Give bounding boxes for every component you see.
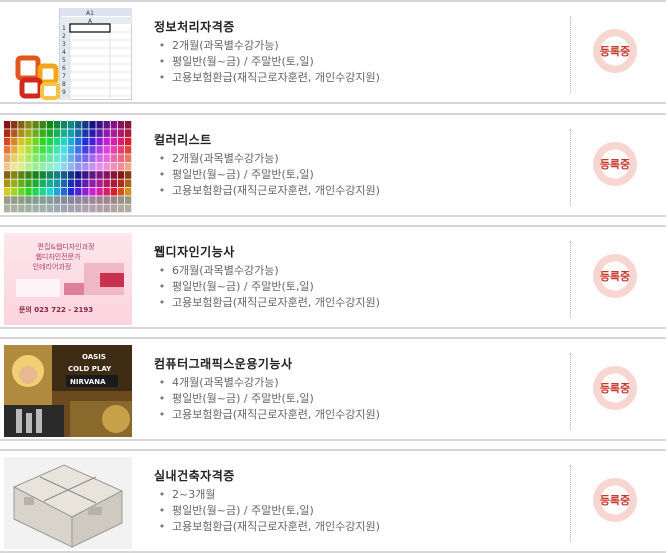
- course-card-computer-graphics[interactable]: OASIS COLD PLAY NIRVANA 컴퓨터그래픽스운용기능사 4개월…: [0, 337, 666, 441]
- registration-status-button[interactable]: 등록중: [593, 29, 637, 73]
- divider: [570, 241, 571, 317]
- row-number: 1: [62, 25, 66, 32]
- registration-status-button[interactable]: 등록중: [593, 478, 637, 522]
- banner-line-3: 인테리어과정: [33, 262, 72, 271]
- spreadsheet-thumbnail[interactable]: A1 A 1 2 3 4 5 6 7 8 9: [4, 8, 132, 100]
- course-card-colorist[interactable]: 컬러리스트 2개월(과목별수강가능) 평일반(월~금) / 주말반(토,일) 고…: [0, 113, 666, 217]
- course-duration: 2개월(과목별수강가능): [154, 38, 380, 54]
- floorplan-thumbnail[interactable]: [4, 457, 132, 549]
- row-number: 9: [62, 89, 66, 96]
- row-number: 4: [62, 49, 66, 56]
- course-duration: 6개월(과목별수강가능): [154, 263, 380, 279]
- course-card-info-processing[interactable]: A1 A 1 2 3 4 5 6 7 8 9 정보처리자격증 • 2개월(과목별…: [0, 0, 666, 104]
- course-schedule: 평일반(월~금) / 주말반(토,일): [154, 503, 380, 519]
- poster-collage-thumbnail[interactable]: OASIS COLD PLAY NIRVANA: [4, 345, 132, 437]
- course-refund: 고용보험환급(재직근로자훈련, 개인수강지원): [154, 183, 380, 199]
- banner-line-1: 편집&웹디자인과정: [38, 242, 95, 251]
- row-number: 2: [62, 33, 66, 40]
- course-schedule: 평일반(월~금) / 주말반(토,일): [154, 279, 380, 295]
- course-schedule: 평일반(월~금) / 주말반(토,일): [154, 391, 380, 407]
- course-title[interactable]: 웹디자인기능사: [154, 243, 235, 260]
- course-details: 2개월(과목별수강가능) 평일반(월~금) / 주말반(토,일) 고용보험환급(…: [154, 151, 380, 199]
- course-details: 6개월(과목별수강가능) 평일반(월~금) / 주말반(토,일) 고용보험환급(…: [154, 263, 380, 311]
- poster-word: COLD PLAY: [68, 365, 112, 373]
- course-details: 4개월(과목별수강가능) 평일반(월~금) / 주말반(토,일) 고용보험환급(…: [154, 375, 380, 423]
- banner-phone: 문의 023 722 - 2193: [19, 305, 93, 314]
- poster-word: OASIS: [82, 353, 106, 361]
- row-number: 7: [62, 73, 66, 80]
- divider: [570, 129, 571, 205]
- course-duration: 2~3개월: [154, 487, 380, 503]
- course-refund: 고용보험환급(재직근로자훈련, 개인수강지원): [154, 295, 380, 311]
- course-details: 2개월(과목별수강가능) 평일반(월~금) / 주말반(토,일) 고용보험환급(…: [154, 38, 380, 86]
- cell-ref-text: A1: [86, 10, 94, 17]
- course-title[interactable]: 컬러리스트: [154, 131, 212, 148]
- course-refund: 고용보험환급(재직근로자훈련, 개인수강지원): [154, 70, 380, 86]
- banner-line-2: 웹디자인전문가: [35, 252, 81, 261]
- web-design-banner-thumbnail[interactable]: 편집&웹디자인과정 웹디자인전문가 인테리어과정 문의 023 722 - 21…: [4, 233, 132, 325]
- divider: [570, 353, 571, 429]
- poster-word: NIRVANA: [70, 378, 106, 386]
- course-title[interactable]: 컴퓨터그래픽스운용기능사: [154, 355, 292, 372]
- course-duration: 4개월(과목별수강가능): [154, 375, 380, 391]
- course-duration: 2개월(과목별수강가능): [154, 151, 380, 167]
- course-card-web-design[interactable]: 편집&웹디자인과정 웹디자인전문가 인테리어과정 문의 023 722 - 21…: [0, 225, 666, 329]
- row-number: 6: [62, 65, 66, 72]
- row-number: 3: [62, 41, 66, 48]
- course-card-interior-architecture[interactable]: 실내건축자격증 2~3개월 평일반(월~금) / 주말반(토,일) 고용보험환급…: [0, 449, 666, 553]
- course-refund: 고용보험환급(재직근로자훈련, 개인수강지원): [154, 407, 380, 423]
- course-schedule: 평일반(월~금) / 주말반(토,일): [154, 167, 380, 183]
- registration-status-button[interactable]: 등록중: [593, 142, 637, 186]
- divider: [570, 16, 571, 92]
- color-swatch-thumbnail[interactable]: [4, 121, 132, 213]
- course-title[interactable]: 정보처리자격증: [154, 18, 235, 35]
- registration-status-button[interactable]: 등록중: [593, 366, 637, 410]
- course-refund: 고용보험환급(재직근로자훈련, 개인수강지원): [154, 519, 380, 535]
- row-number: 8: [62, 81, 66, 88]
- row-number: 5: [62, 57, 66, 64]
- course-details: 2~3개월 평일반(월~금) / 주말반(토,일) 고용보험환급(재직근로자훈련…: [154, 487, 380, 535]
- divider: [570, 465, 571, 541]
- course-schedule: 평일반(월~금) / 주말반(토,일): [154, 54, 380, 70]
- registration-status-button[interactable]: 등록중: [593, 254, 637, 298]
- course-title[interactable]: 실내건축자격증: [154, 467, 235, 484]
